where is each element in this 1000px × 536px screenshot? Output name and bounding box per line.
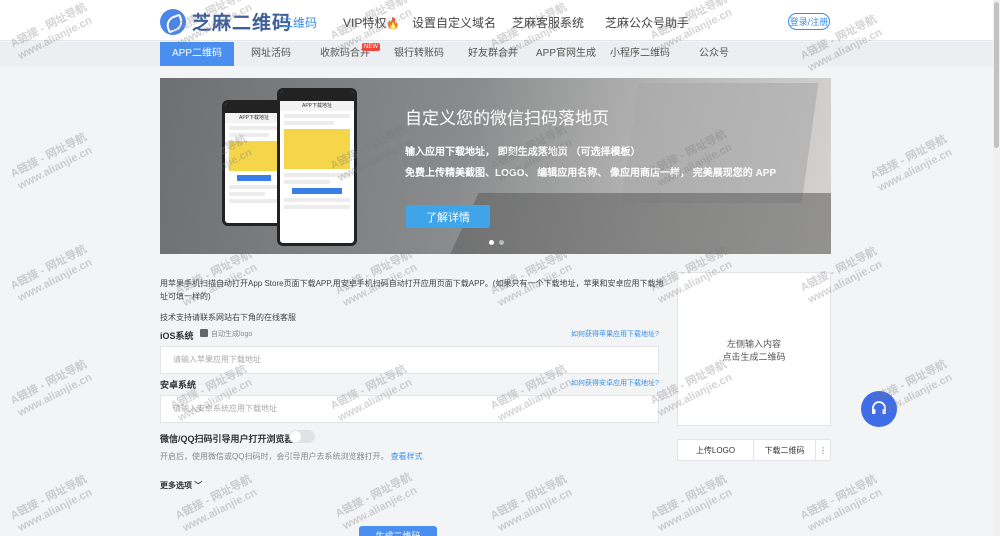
banner-laptop-graphic bbox=[621, 83, 819, 203]
learn-more-button[interactable]: 了解详情 bbox=[406, 205, 490, 228]
customer-support-button[interactable] bbox=[861, 391, 897, 427]
nav-item-vip[interactable]: VIP特权🔥 bbox=[343, 14, 400, 31]
auto-logo-checkbox[interactable] bbox=[200, 329, 208, 337]
nav-item-official-account[interactable]: 芝麻公众号助手 bbox=[605, 14, 689, 31]
logo-leaf-icon bbox=[160, 8, 186, 35]
watermark: A链接 - 网址导航 www.alianjie.cn bbox=[8, 358, 95, 421]
watermark-line-2: www.alianjie.cn bbox=[656, 486, 735, 535]
promo-banner[interactable]: APP下载地址 APP下载地址 自定义您的微信扫码落地页 输入应用下载地址， 即… bbox=[160, 78, 831, 254]
watermark: A链接 - 网址导航 www.alianjie.cn bbox=[8, 473, 95, 536]
logo-text: 芝麻二维码 bbox=[192, 13, 293, 34]
upload-logo-button[interactable]: 上传LOGO bbox=[678, 440, 754, 460]
watermark: A链接 - 网址导航 www.alianjie.cn bbox=[648, 473, 735, 536]
watermark-line-1: A链接 - 网址导航 bbox=[8, 358, 89, 408]
tab-official-account[interactable]: 公众号 bbox=[690, 42, 738, 66]
qr-preview-box: 左侧输入内容 点击生成二维码 bbox=[677, 272, 831, 426]
ios-help-link[interactable]: 如何获得苹果应用下载地址? bbox=[571, 329, 659, 339]
carousel-dot[interactable] bbox=[489, 240, 494, 245]
banner-title: 自定义您的微信扫码落地页 bbox=[405, 109, 609, 128]
watermark-line-2: www.alianjie.cn bbox=[181, 486, 260, 535]
tab-mini-program[interactable]: 小程序二维码 bbox=[609, 42, 671, 66]
site-logo[interactable]: 芝麻二维码 bbox=[160, 8, 292, 35]
banner-line-2: 免费上传精美截图、LOGO、 编辑应用名称、 像应用商店一样， 完美展现您的 A… bbox=[405, 168, 777, 179]
watermark: A链接 - 网址导航 www.alianjie.cn bbox=[488, 473, 575, 536]
tab-bank-transfer[interactable]: 银行转账码 bbox=[390, 42, 448, 66]
chevron-down-icon: ﹀ bbox=[194, 481, 203, 490]
more-menu-icon[interactable]: ⋮ bbox=[816, 440, 830, 460]
nav-item-support-system[interactable]: 芝麻客服系统 bbox=[512, 14, 584, 31]
qr-preview-line-2: 点击生成二维码 bbox=[722, 352, 786, 362]
watermark-line-2: www.alianjie.cn bbox=[16, 486, 95, 535]
watermark-line-1: A链接 - 网址导航 bbox=[488, 473, 569, 523]
top-nav: 芝麻二维码 二维码 VIP特权🔥 设置自定义域名 芝麻客服系统 芝麻公众号助手 … bbox=[0, 0, 1000, 41]
watermark-line-1: A链接 - 网址导航 bbox=[798, 473, 879, 523]
watermark-line-2: www.alianjie.cn bbox=[16, 371, 95, 420]
watermark-line-1: A链接 - 网址导航 bbox=[648, 473, 729, 523]
qr-action-bar: 上传LOGO 下载二维码 ⋮ bbox=[677, 439, 831, 461]
more-options-toggle[interactable]: 更多选项 ﹀ bbox=[160, 480, 202, 491]
headset-icon bbox=[872, 401, 886, 414]
phone-left-title: APP下载地址 bbox=[225, 113, 283, 123]
browser-hint-text: 开启后，使用微信或QQ扫码时，会引导用户去系统浏览器打开。 bbox=[160, 452, 389, 461]
nav-item-custom-domain[interactable]: 设置自定义域名 bbox=[412, 14, 496, 31]
browser-toggle-switch[interactable] bbox=[289, 430, 315, 443]
tab-group-merge[interactable]: 好友群合并 bbox=[463, 42, 523, 66]
watermark-line-1: A链接 - 网址导航 bbox=[8, 473, 89, 523]
carousel-dot[interactable] bbox=[499, 240, 504, 245]
generate-qrcode-button[interactable]: 生成二维码 bbox=[359, 526, 437, 536]
sub-nav: APP二维码 网址活码 收款码合并 NEW 银行转账码 好友群合并 APP官网生… bbox=[0, 42, 1000, 66]
view-style-link[interactable]: 查看样式 bbox=[391, 452, 423, 461]
watermark-line-1: A链接 - 网址导航 bbox=[333, 471, 414, 521]
ios-url-input[interactable]: 请输入苹果应用下载地址 bbox=[160, 346, 659, 374]
auto-logo-label: 自动生成logo bbox=[211, 331, 253, 338]
watermark: A链接 - 网址导航 www.alianjie.cn bbox=[8, 243, 95, 306]
browser-hint: 开启后，使用微信或QQ扫码时，会引导用户去系统浏览器打开。 查看样式 bbox=[160, 451, 423, 462]
watermark: A链接 - 网址导航 www.alianjie.cn bbox=[8, 131, 95, 194]
scrollbar-thumb[interactable] bbox=[994, 2, 999, 148]
watermark-line-2: www.alianjie.cn bbox=[496, 486, 575, 535]
tab-app-website[interactable]: APP官网生成 bbox=[536, 42, 596, 66]
browser-toggle-label: 微信/QQ扫码引导用户打开浏览器 bbox=[160, 434, 294, 444]
watermark-line-2: www.alianjie.cn bbox=[16, 144, 95, 193]
carousel-dots bbox=[489, 240, 504, 245]
watermark: A链接 - 网址导航 www.alianjie.cn bbox=[798, 473, 885, 536]
watermark: A链接 - 网址导航 www.alianjie.cn bbox=[333, 471, 420, 534]
support-note: 技术支持请联系网站右下角的在线客服 bbox=[160, 313, 296, 322]
android-help-link[interactable]: 如何获得安卓应用下载地址? bbox=[571, 378, 659, 388]
watermark-line-1: A链接 - 网址导航 bbox=[8, 243, 89, 293]
watermark-line-1: A链接 - 网址导航 bbox=[8, 131, 89, 181]
more-options-label: 更多选项 bbox=[160, 481, 192, 490]
login-button[interactable]: 登录/注册 bbox=[788, 13, 830, 30]
phone-right-title: APP下载地址 bbox=[280, 101, 354, 111]
watermark-line-1: A链接 - 网址导航 bbox=[868, 133, 949, 183]
nav-item-vip-label: VIP特权 bbox=[343, 16, 387, 30]
download-qrcode-button[interactable]: 下载二维码 bbox=[754, 440, 816, 460]
new-badge: NEW bbox=[362, 43, 380, 51]
phone-mockup-right: APP下载地址 bbox=[277, 88, 357, 246]
qr-preview-line-1: 左侧输入内容 bbox=[726, 339, 781, 349]
watermark: A链接 - 网址导航 www.alianjie.cn bbox=[868, 133, 955, 196]
nav-item-qrcode[interactable]: 二维码 bbox=[281, 14, 317, 31]
ios-label: iOS系统 bbox=[160, 331, 194, 341]
android-url-input[interactable]: 请输入安卓系统应用下载地址 bbox=[160, 395, 659, 423]
tab-app-qrcode[interactable]: APP二维码 bbox=[160, 42, 234, 66]
watermark-line-2: www.alianjie.cn bbox=[806, 486, 885, 535]
tab-url-code[interactable]: 网址活码 bbox=[239, 42, 303, 66]
android-label: 安卓系统 bbox=[160, 380, 197, 390]
banner-line-1: 输入应用下载地址， 即刻生成落地页 （可选择模板） bbox=[405, 147, 641, 158]
watermark-line-2: www.alianjie.cn bbox=[16, 256, 95, 305]
watermark-line-2: www.alianjie.cn bbox=[876, 146, 955, 195]
fire-icon: 🔥 bbox=[386, 18, 401, 30]
description-text: 用苹果手机扫描自动打开App Store页面下载APP,用安卓手机扫码自动打开应… bbox=[160, 279, 664, 301]
